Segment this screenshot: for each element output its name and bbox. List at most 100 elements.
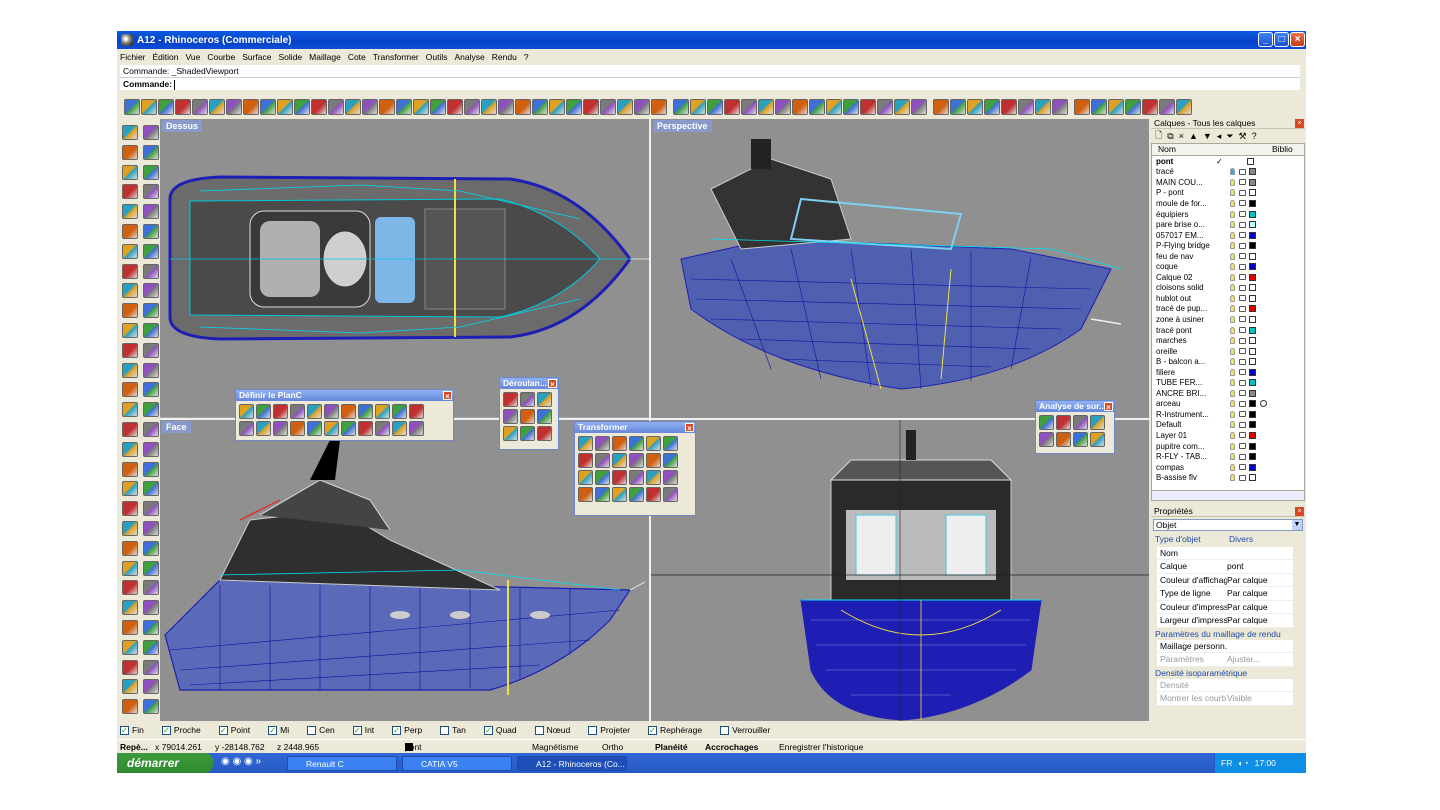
left-tool-icon[interactable] <box>143 283 159 299</box>
osnap-toggle[interactable]: ✓ Int <box>352 725 374 735</box>
deroulant-tool-icon[interactable] <box>520 426 535 441</box>
property-value[interactable]: Par calque <box>1227 614 1293 627</box>
menu-outils[interactable]: Outils <box>426 52 448 62</box>
left-tool-icon[interactable] <box>122 639 138 655</box>
analysis-tool-icon[interactable] <box>1090 432 1105 447</box>
task-renault[interactable]: Renault C <box>287 756 397 771</box>
tray-icons[interactable]: ◐◔ <box>1238 753 1248 773</box>
menu-solide[interactable]: Solide <box>279 52 303 62</box>
osnap-toggle[interactable]: Cen <box>307 725 335 735</box>
plan-tool-icon[interactable] <box>392 421 407 436</box>
analysis-tool-icon[interactable] <box>1073 415 1088 430</box>
toolbar-tool-icon[interactable] <box>277 99 293 115</box>
left-tool-icon[interactable] <box>143 402 159 418</box>
layer-color-swatch[interactable] <box>1249 474 1256 482</box>
viewport-right[interactable] <box>651 420 1149 721</box>
transform-tool-icon[interactable] <box>646 470 661 485</box>
layer-color-swatch[interactable] <box>1249 326 1256 334</box>
property-row[interactable]: Calque pont <box>1157 560 1293 574</box>
toolbar-tool-icon[interactable] <box>911 99 927 115</box>
left-tool-icon[interactable] <box>143 520 159 536</box>
visibility-bulb-icon[interactable] <box>1230 178 1235 186</box>
lock-icon[interactable] <box>1239 316 1246 323</box>
layer-color-swatch[interactable] <box>1249 199 1256 207</box>
layer-color-swatch[interactable] <box>1249 294 1256 302</box>
panel-transformer-close-icon[interactable]: × <box>685 423 694 433</box>
toolbar-tool-icon[interactable] <box>707 99 723 115</box>
visibility-bulb-icon[interactable] <box>1230 474 1235 482</box>
plan-tool-icon[interactable] <box>256 404 271 419</box>
visibility-bulb-icon[interactable] <box>1230 210 1235 218</box>
left-tool-icon[interactable] <box>122 303 138 319</box>
help-icon[interactable]: ? <box>1252 131 1257 141</box>
lock-icon[interactable] <box>1239 221 1246 228</box>
layer-row[interactable]: TUBE FER... <box>1152 377 1304 388</box>
osnap-checkbox[interactable]: ✓ <box>120 725 129 735</box>
visibility-bulb-icon[interactable] <box>1230 431 1235 439</box>
layer-row[interactable]: zone à usiner <box>1152 314 1304 325</box>
osnap-checkbox[interactable] <box>720 725 730 735</box>
plan-tool-icon[interactable] <box>273 404 288 419</box>
left-tool-icon[interactable] <box>143 303 159 319</box>
lock-icon[interactable] <box>1239 263 1246 270</box>
menu-transformer[interactable]: Transformer <box>373 52 419 62</box>
plan-tool-icon[interactable] <box>307 421 322 436</box>
toolbar-tool-icon[interactable] <box>124 99 140 115</box>
menu-analyse[interactable]: Analyse <box>455 52 485 62</box>
visibility-bulb-icon[interactable] <box>1230 453 1235 461</box>
layer-color-swatch[interactable] <box>1249 189 1256 197</box>
property-value[interactable]: Par calque <box>1227 574 1293 587</box>
left-tool-icon[interactable] <box>122 402 138 418</box>
property-value[interactable]: pont <box>1227 560 1293 573</box>
transform-tool-icon[interactable] <box>595 487 610 502</box>
visibility-bulb-icon[interactable] <box>1230 315 1235 323</box>
layer-row[interactable]: pare brise o... <box>1152 219 1304 230</box>
left-tool-icon[interactable] <box>122 540 138 556</box>
plan-tool-icon[interactable] <box>341 421 356 436</box>
left-tool-icon[interactable] <box>122 619 138 635</box>
analysis-tool-icon[interactable] <box>1056 432 1071 447</box>
transform-tool-icon[interactable] <box>595 470 610 485</box>
left-tool-icon[interactable] <box>143 144 159 160</box>
lock-icon[interactable] <box>1239 443 1246 450</box>
transform-tool-icon[interactable] <box>646 436 661 451</box>
lock-icon[interactable] <box>1239 274 1246 281</box>
layer-row[interactable]: équipiers <box>1152 209 1304 220</box>
close-button[interactable]: × <box>1290 32 1305 47</box>
left-tool-icon[interactable] <box>143 322 159 338</box>
property-row[interactable]: Couleur d'affichage Par calque <box>1157 573 1293 587</box>
toolbar-tool-icon[interactable] <box>984 99 1000 115</box>
visibility-bulb-icon[interactable] <box>1230 252 1235 260</box>
layer-row[interactable]: P - pont <box>1152 188 1304 199</box>
toolbar-tool-icon[interactable] <box>1074 99 1090 115</box>
layer-row[interactable]: R-FLY - TAB... <box>1152 451 1304 462</box>
lock-icon[interactable] <box>1239 369 1246 376</box>
title-bar[interactable]: A12 - Rhinoceros (Commerciale) _ □ × <box>117 31 1306 49</box>
layers-hscrollbar[interactable] <box>1151 491 1305 501</box>
status-planar[interactable]: Planéité <box>655 742 688 752</box>
toolbar-tool-icon[interactable] <box>413 99 429 115</box>
analysis-tool-icon[interactable] <box>1090 415 1105 430</box>
tools-icon[interactable]: ⚒ <box>1239 131 1247 142</box>
left-tool-icon[interactable] <box>143 362 159 378</box>
panel-deroulant-title[interactable]: Déroulan... × <box>500 378 558 389</box>
toolbar-tool-icon[interactable] <box>532 99 548 115</box>
toolbar-tool-icon[interactable] <box>826 99 842 115</box>
layer-row[interactable]: P-Flying bridge <box>1152 240 1304 251</box>
lock-icon[interactable] <box>1239 474 1246 481</box>
layer-color-swatch[interactable] <box>1249 389 1256 397</box>
transform-tool-icon[interactable] <box>612 487 627 502</box>
properties-close-icon[interactable]: × <box>1295 507 1304 516</box>
layers-col-lib[interactable]: Biblio <box>1272 144 1304 155</box>
layer-row[interactable]: marches <box>1152 335 1304 346</box>
deroulant-tool-icon[interactable] <box>503 392 518 407</box>
layer-row[interactable]: B - balcon a... <box>1152 356 1304 367</box>
layer-color-swatch[interactable] <box>1249 273 1256 281</box>
layer-color-swatch[interactable] <box>1249 431 1256 439</box>
left-tool-icon[interactable] <box>143 699 159 715</box>
toolbar-tool-icon[interactable] <box>1018 99 1034 115</box>
toolbar-tool-icon[interactable] <box>1176 99 1192 115</box>
layer-color-swatch[interactable] <box>1247 157 1254 165</box>
left-tool-icon[interactable] <box>122 679 138 695</box>
lock-icon[interactable] <box>1239 200 1246 207</box>
